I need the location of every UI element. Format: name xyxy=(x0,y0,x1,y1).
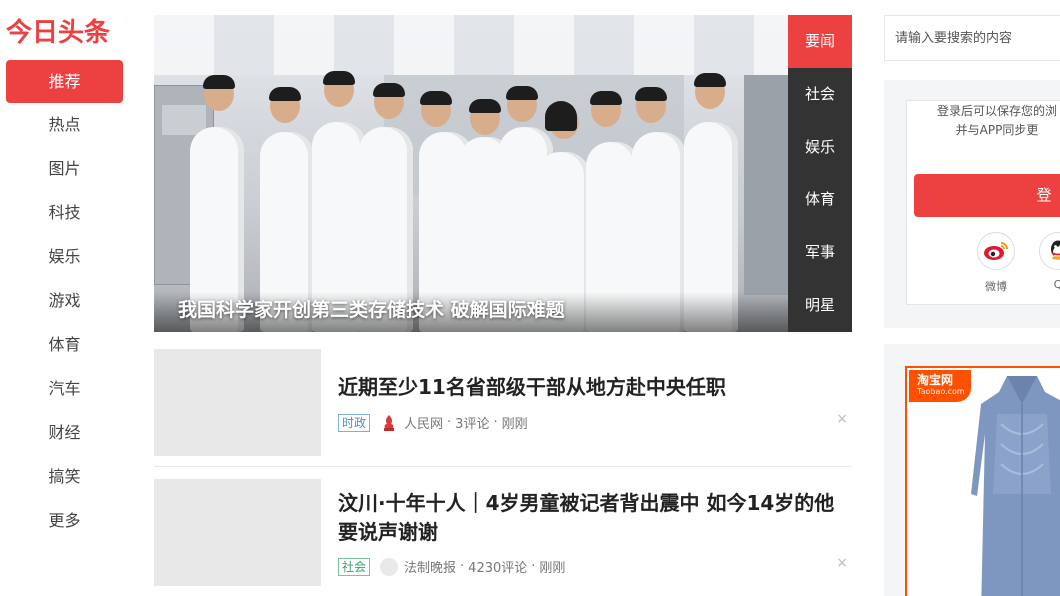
taobao-brand-en: Taobao.com xyxy=(917,387,965,396)
renminwang-source-icon xyxy=(380,414,398,432)
login-qq[interactable]: Q xyxy=(1036,232,1060,291)
dislike-close-icon[interactable]: × xyxy=(836,555,848,571)
nav-item-tech[interactable]: 科技 xyxy=(6,191,123,235)
nav-item-games[interactable]: 游戏 xyxy=(6,279,123,323)
login-panel: 登录后可以保存您的浏 并与APP同步更 登 微博 Q xyxy=(884,80,1060,328)
nav-item-finance[interactable]: 财经 xyxy=(6,411,123,455)
login-prompt: 登录后可以保存您的浏 并与APP同步更 xyxy=(912,102,1060,140)
login-button[interactable]: 登 xyxy=(914,174,1060,217)
person-hair xyxy=(203,75,235,89)
article-source[interactable]: 法制晚报 xyxy=(404,557,456,576)
article-meta: 时政 人民网 · 3评论 · 刚刚 xyxy=(338,413,528,432)
search-box xyxy=(884,15,1060,61)
person-hair xyxy=(506,86,538,100)
lab-ceiling-lights xyxy=(154,15,788,75)
person-hair xyxy=(590,91,622,105)
channel-nav: 推荐 热点 图片 科技 娱乐 游戏 体育 汽车 财经 搞笑 更多 xyxy=(6,60,123,543)
logo[interactable]: 今日头条 xyxy=(6,12,110,49)
person-hair xyxy=(545,101,577,131)
meta-separator: · xyxy=(447,415,452,430)
login-weibo[interactable]: 微博 xyxy=(974,232,1018,294)
login-prompt-line2: 并与APP同步更 xyxy=(955,123,1039,137)
article-title[interactable]: 汶川·十年十人｜4岁男童被记者背出震中 如今14岁的他要说声谢谢 xyxy=(338,489,838,547)
article-comments[interactable]: 4230评论 xyxy=(468,557,527,576)
article-thumbnail[interactable] xyxy=(154,479,321,586)
carousel-tab-society[interactable]: 社会 xyxy=(788,68,852,121)
lab-equipment-right xyxy=(744,75,788,295)
article-meta: 社会 法制晚报 · 4230评论 · 刚刚 xyxy=(338,557,565,576)
person-hair xyxy=(635,87,667,101)
nav-item-recommend[interactable]: 推荐 xyxy=(6,60,123,103)
article-tag[interactable]: 时政 xyxy=(338,413,371,432)
article-thumbnail[interactable] xyxy=(154,349,321,456)
article-time: 刚刚 xyxy=(501,417,528,432)
carousel-caption[interactable]: 我国科学家开创第三类存储技术 破解国际难题 xyxy=(178,295,565,322)
weibo-label: 微博 xyxy=(985,280,1007,293)
person-hair xyxy=(694,73,726,87)
carousel-tab-important[interactable]: 要闻 xyxy=(788,15,852,68)
carousel-tab-stars[interactable]: 明星 xyxy=(788,279,852,332)
meta-separator: · xyxy=(531,559,536,574)
nav-item-pictures[interactable]: 图片 xyxy=(6,147,123,191)
weibo-icon[interactable] xyxy=(977,232,1015,270)
meta-separator: · xyxy=(460,559,465,574)
headline-carousel: 我国科学家开创第三类存储技术 破解国际难题 要闻 社会 娱乐 体育 军事 明星 xyxy=(154,15,852,332)
nav-item-hot[interactable]: 热点 xyxy=(6,103,123,147)
nav-item-more[interactable]: 更多 xyxy=(6,499,123,543)
article-tag[interactable]: 社会 xyxy=(338,557,371,576)
article-source[interactable]: 人民网 xyxy=(404,413,443,432)
person-hair xyxy=(323,71,355,85)
carousel-tabs: 要闻 社会 娱乐 体育 军事 明星 xyxy=(788,15,852,332)
login-prompt-line1: 登录后可以保存您的浏 xyxy=(936,104,1057,118)
ad-panel: 淘宝网 Taobao.com xyxy=(884,344,1060,596)
carousel-tab-entertainment[interactable]: 娱乐 xyxy=(788,121,852,174)
person-hair xyxy=(269,87,301,101)
search-input[interactable] xyxy=(885,16,1060,60)
qq-label: Q xyxy=(1053,278,1060,291)
carousel-tab-military[interactable]: 军事 xyxy=(788,226,852,279)
feed-divider xyxy=(154,466,852,467)
feed-item[interactable]: 近期至少11名省部级干部从地方赴中央任职 时政 人民网 · 3评论 · 刚刚 × xyxy=(154,349,852,459)
meta-separator: · xyxy=(493,415,498,430)
taobao-logo: 淘宝网 Taobao.com xyxy=(909,370,971,402)
source-avatar-icon xyxy=(380,557,399,576)
dislike-close-icon[interactable]: × xyxy=(836,411,848,427)
qq-icon[interactable] xyxy=(1039,232,1060,270)
person-hair xyxy=(420,91,452,105)
person-hair xyxy=(373,83,405,97)
carousel-photo[interactable]: 我国科学家开创第三类存储技术 破解国际难题 xyxy=(154,15,788,332)
nav-item-cars[interactable]: 汽车 xyxy=(6,367,123,411)
nav-item-funny[interactable]: 搞笑 xyxy=(6,455,123,499)
article-comments[interactable]: 3评论 xyxy=(455,413,489,432)
feed-item[interactable]: 汶川·十年十人｜4岁男童被记者背出震中 如今14岁的他要说声谢谢 社会 法制晚报… xyxy=(154,479,852,589)
taobao-ad[interactable]: 淘宝网 Taobao.com xyxy=(905,366,1060,596)
article-time: 刚刚 xyxy=(539,561,566,576)
nav-item-entertainment[interactable]: 娱乐 xyxy=(6,235,123,279)
person-hair xyxy=(469,99,501,113)
carousel-tab-sports[interactable]: 体育 xyxy=(788,173,852,226)
article-title[interactable]: 近期至少11名省部级干部从地方赴中央任职 xyxy=(338,373,838,402)
taobao-brand: 淘宝网 xyxy=(917,373,954,387)
nav-item-sports[interactable]: 体育 xyxy=(6,323,123,367)
dress-image xyxy=(971,376,1060,596)
